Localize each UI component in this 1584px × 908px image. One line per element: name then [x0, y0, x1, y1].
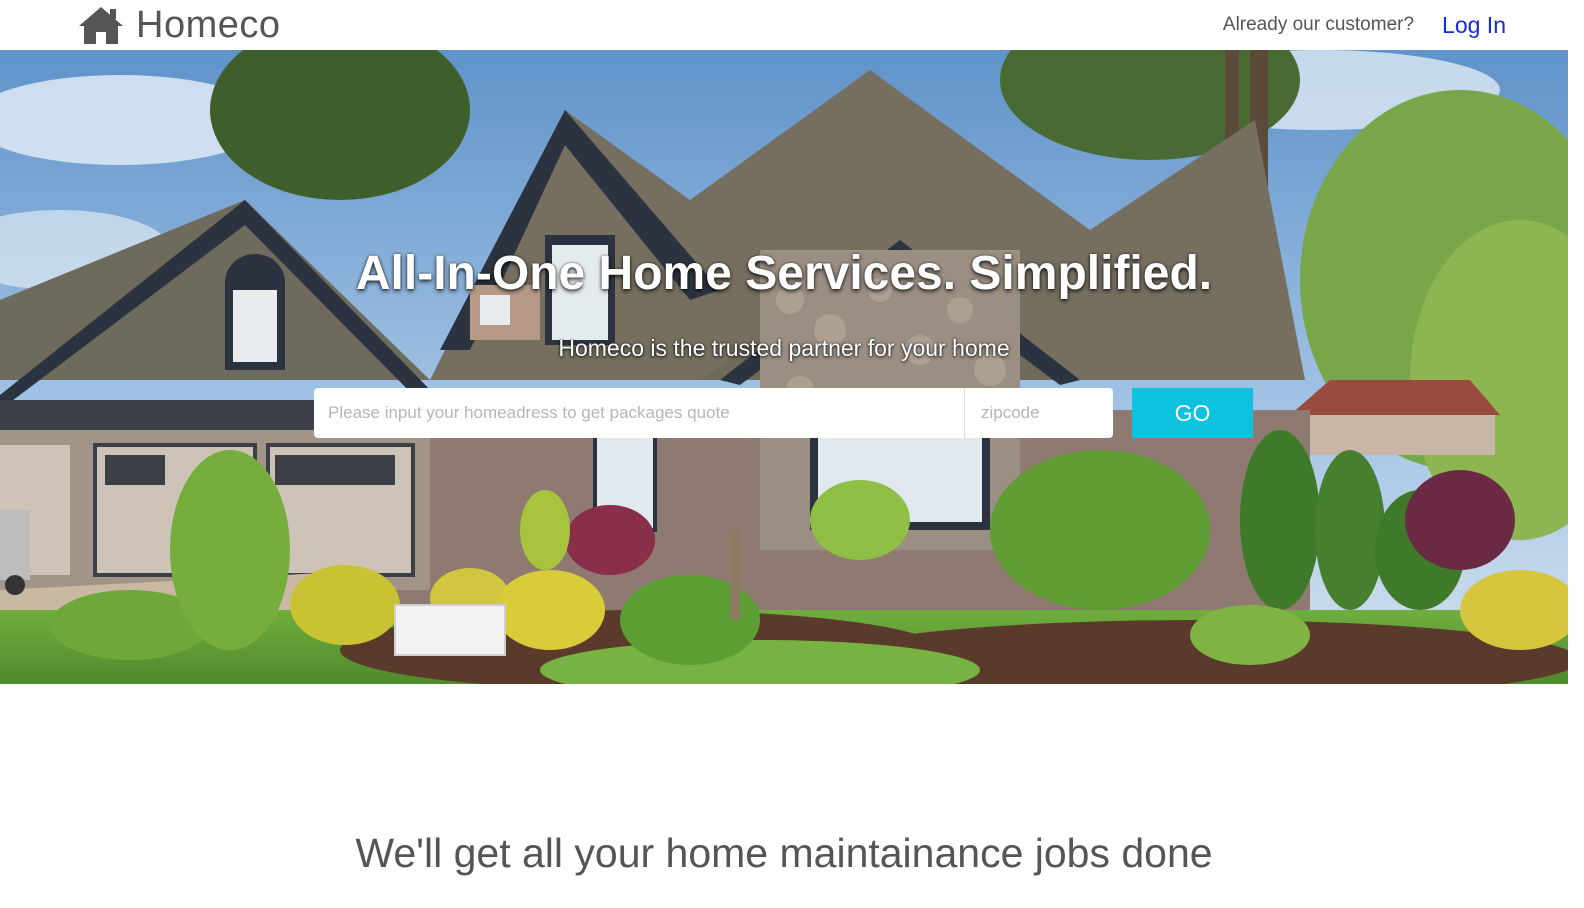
go-button[interactable]: GO: [1132, 388, 1253, 438]
zipcode-input[interactable]: [965, 388, 1113, 438]
house-icon: [78, 5, 124, 45]
login-link[interactable]: Log In: [1442, 12, 1506, 39]
hero-banner: All-In-One Home Services. Simplified. Ho…: [0, 50, 1568, 684]
customer-question: Already our customer?: [1222, 14, 1415, 35]
brand-name: Homeco: [136, 3, 281, 46]
hero-title: All-In-One Home Services. Simplified.: [355, 247, 1213, 300]
hero-house-photo: [0, 50, 1568, 684]
hero-subtitle: Homeco is the trusted partner for your h…: [558, 335, 1010, 361]
home-address-input[interactable]: [314, 388, 965, 438]
account-nav: Already our customer? Log In: [1223, 0, 1506, 50]
section-heading: We'll get all your home maintainance job…: [355, 830, 1213, 876]
quote-search-form: GO: [314, 388, 1253, 438]
brand-logo-link[interactable]: Homeco: [78, 2, 281, 48]
top-navbar: Homeco Already our customer? Log In: [0, 0, 1584, 50]
